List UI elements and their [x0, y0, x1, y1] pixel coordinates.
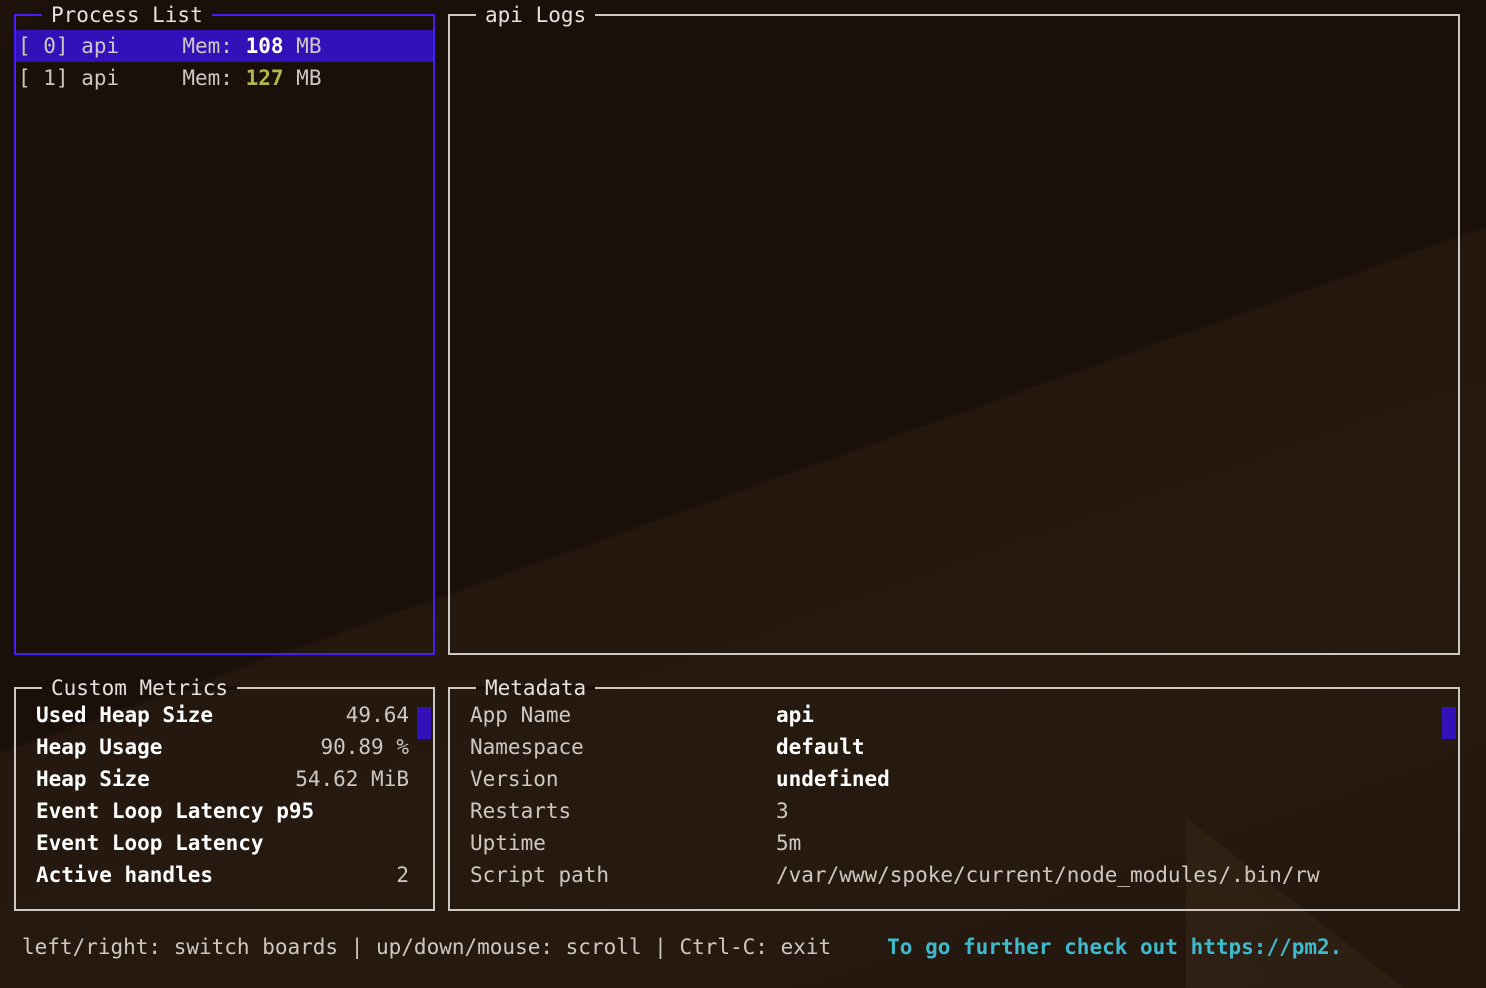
custom-metric-value: 49.64 [345, 703, 409, 727]
metadata-label: Version [470, 767, 559, 791]
metadata-scrollbar-thumb[interactable] [1442, 707, 1456, 739]
process-list-item[interactable]: [ 0] api Mem: 108 MB [16, 30, 433, 62]
metadata-rows: App Name api Namespace default Version undefi… [450, 699, 1458, 891]
custom-metric-label: Event Loop Latency p95 [36, 799, 315, 823]
metadata-value: default [776, 735, 865, 759]
metadata-panel[interactable]: Metadata App Name api Namespace default Vers… [448, 676, 1460, 911]
footer-keyboard-help: left/right: switch boards | up/down/mous… [22, 935, 832, 959]
metadata-row: Uptime 5m [450, 827, 1458, 859]
custom-metric-value: 90.89 % [320, 735, 409, 759]
process-row-spacer [119, 62, 182, 94]
process-row-spacer [119, 30, 182, 62]
metadata-value: api [776, 703, 814, 727]
custom-metric-row: Event Loop Latency p95 [16, 795, 433, 827]
metadata-row: App Name api [450, 699, 1458, 731]
metadata-row: Version undefined [450, 763, 1458, 795]
custom-metrics-scrollbar-thumb[interactable] [417, 707, 431, 739]
logs-panel[interactable]: api Logs [448, 3, 1460, 655]
metadata-row: Script path/var/www/spoke/current/node_m… [450, 859, 1458, 891]
terminal-screen: Process List [ 0] api Mem: 108 MB[ 1] ap… [0, 0, 1486, 988]
custom-metric-row: Heap Usage 90.89 % [16, 731, 433, 763]
metadata-value: /var/www/spoke/current/node_modules/.bin… [776, 863, 1320, 887]
process-list-panel[interactable]: Process List [ 0] api Mem: 108 MB[ 1] ap… [14, 3, 435, 655]
metadata-label: App Name [470, 703, 572, 727]
footer-promo-link[interactable]: To go further check out https://pm2. [887, 931, 1342, 963]
custom-metric-row: Active handles 2 [16, 859, 433, 891]
footer-bar: left/right: switch boards | up/down/mous… [0, 925, 1486, 969]
custom-metric-label: Used Heap Size [36, 703, 214, 727]
process-index: [ 1] [18, 66, 69, 90]
logs-title: api Logs [476, 1, 596, 29]
custom-metric-row: Heap Size 54.62 MiB [16, 763, 433, 795]
process-mem-label: Mem: [182, 66, 233, 90]
metadata-value: undefined [776, 767, 890, 791]
custom-metric-label: Heap Usage [36, 735, 163, 759]
process-index: [ 0] [18, 34, 69, 58]
metadata-value: 5m [776, 831, 802, 855]
metadata-label: Script path [470, 863, 610, 887]
metadata-label: Namespace [470, 735, 584, 759]
process-list-rows: [ 0] api Mem: 108 MB[ 1] api Mem: 127 MB [16, 30, 433, 94]
custom-metrics-panel[interactable]: Custom Metrics Used Heap Size 49.64 Heap U… [14, 676, 435, 911]
process-mem-value: 108 [232, 34, 284, 58]
process-mem-label: Mem: [182, 34, 233, 58]
process-mem-unit: MB [283, 66, 322, 90]
process-mem-unit: MB [283, 34, 322, 58]
process-list-title: Process List [42, 1, 212, 29]
process-name: api [68, 34, 120, 58]
process-mem-value: 127 [232, 66, 284, 90]
metadata-title: Metadata [476, 674, 596, 702]
custom-metric-label: Event Loop Latency [36, 831, 264, 855]
custom-metric-row: Event Loop Latency [16, 827, 433, 859]
metadata-label: Uptime [470, 831, 546, 855]
custom-metric-value: 54.62 MiB [295, 767, 409, 791]
custom-metric-row: Used Heap Size 49.64 [16, 699, 433, 731]
metadata-value: 3 [776, 799, 789, 823]
metadata-label: Restarts [470, 799, 572, 823]
logs-output [450, 16, 1458, 653]
custom-metrics-title: Custom Metrics [42, 674, 238, 702]
custom-metrics-rows: Used Heap Size 49.64 Heap Usage 90.89 % Heap… [16, 699, 433, 891]
process-name: api [68, 66, 120, 90]
metadata-row: Restarts 3 [450, 795, 1458, 827]
custom-metric-label: Active handles [36, 863, 214, 887]
metadata-row: Namespace default [450, 731, 1458, 763]
process-list-item[interactable]: [ 1] api Mem: 127 MB [16, 62, 433, 94]
custom-metric-value: 2 [396, 863, 409, 887]
custom-metric-label: Heap Size [36, 767, 150, 791]
